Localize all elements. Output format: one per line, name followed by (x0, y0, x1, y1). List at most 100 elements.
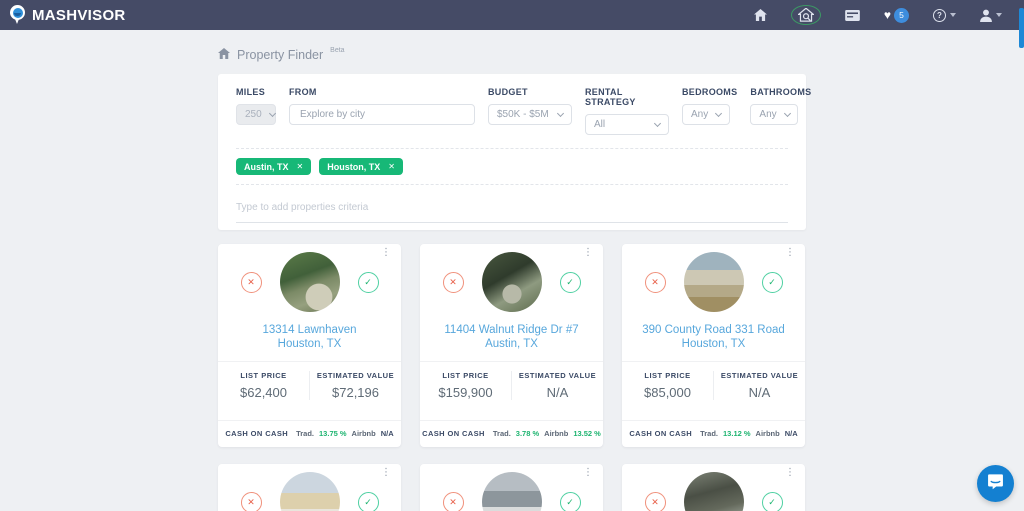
property-address-link[interactable]: 13314 Lawnhaven Houston, TX (218, 324, 401, 351)
reject-property-button[interactable]: ✕ (241, 492, 262, 511)
property-photo[interactable] (684, 472, 744, 511)
check-icon: ✓ (566, 497, 574, 508)
property-photo[interactable] (482, 252, 542, 312)
card-menu-icon[interactable]: ⋮ (782, 469, 798, 477)
card-menu-icon[interactable]: ⋮ (782, 249, 798, 257)
property-photo[interactable] (280, 472, 340, 511)
miles-label: MILES (236, 87, 276, 97)
city-line: Houston, TX (622, 338, 805, 352)
location-tag[interactable]: Austin, TX ✕ (236, 158, 311, 175)
reject-property-button[interactable]: ✕ (645, 272, 666, 293)
budget-select[interactable]: $50K - $5M (488, 104, 572, 125)
chevron-down-icon (950, 13, 956, 17)
property-finder-icon (798, 8, 814, 22)
property-photo[interactable] (482, 472, 542, 511)
filter-panel: MILES 250 FROM BUDGET $50K - $5M RENTAL … (218, 74, 806, 230)
criteria-input[interactable] (236, 202, 788, 223)
x-icon: ✕ (651, 277, 659, 288)
tag-label: Austin, TX (244, 162, 289, 172)
property-photo[interactable] (684, 252, 744, 312)
list-price-label: LIST PRICE (622, 371, 713, 380)
remove-tag-icon[interactable]: ✕ (388, 162, 395, 171)
card-icon (845, 10, 860, 21)
city-line: Austin, TX (420, 338, 603, 352)
mashvisor-logo[interactable]: MASHVISOR (10, 5, 126, 25)
bathrooms-value: Any (759, 109, 776, 120)
approve-property-button[interactable]: ✓ (358, 272, 379, 293)
cash-on-cash-label: CASH ON CASH (422, 429, 485, 438)
airbnb-coc-value: 13.52 % (573, 429, 601, 438)
help-icon: ? (933, 9, 946, 22)
approve-property-button[interactable]: ✓ (762, 272, 783, 293)
scrollbar-thumb[interactable] (1019, 8, 1024, 48)
card-menu-icon[interactable]: ⋮ (378, 249, 394, 257)
chevron-down-icon (557, 109, 564, 116)
list-price-value: $159,900 (420, 385, 511, 400)
reject-property-button[interactable]: ✕ (443, 272, 464, 293)
approve-property-button[interactable]: ✓ (560, 272, 581, 293)
chat-launcher-button[interactable] (977, 465, 1014, 502)
chat-bubble-icon (987, 473, 1004, 495)
remove-tag-icon[interactable]: ✕ (297, 162, 304, 171)
budget-value: $50K - $5M (497, 109, 549, 120)
estimated-value-label: ESTIMATED VALUE (512, 371, 603, 380)
cash-on-cash-label: CASH ON CASH (225, 429, 288, 438)
card-menu-icon[interactable]: ⋮ (378, 469, 394, 477)
x-icon: ✕ (247, 497, 255, 508)
rental-strategy-select[interactable]: All (585, 114, 669, 135)
rental-strategy-value: All (594, 119, 605, 130)
bathrooms-select[interactable]: Any (750, 104, 798, 125)
approve-property-button[interactable]: ✓ (560, 492, 581, 511)
address-line: 390 County Road 331 Road (622, 324, 805, 338)
chevron-down-icon (784, 109, 791, 116)
check-icon: ✓ (364, 497, 372, 508)
from-label: FROM (289, 87, 475, 97)
location-tags-row: Austin, TX ✕ Houston, TX ✕ (236, 148, 788, 184)
check-icon: ✓ (768, 277, 776, 288)
miles-select[interactable]: 250 (236, 104, 276, 125)
top-navbar: MASHVISOR (0, 0, 1024, 30)
user-icon (980, 9, 992, 22)
approve-property-button[interactable]: ✓ (358, 492, 379, 511)
x-icon: ✕ (449, 497, 457, 508)
city-search-input[interactable] (289, 104, 475, 125)
property-address-link[interactable]: 390 County Road 331 Road Houston, TX (622, 324, 805, 351)
reject-property-button[interactable]: ✕ (241, 272, 262, 293)
airbnb-label: Airbnb (352, 429, 376, 438)
bedrooms-select[interactable]: Any (682, 104, 730, 125)
cash-on-cash-label: CASH ON CASH (629, 429, 692, 438)
bedrooms-label: BEDROOMS (682, 87, 737, 97)
list-price-value: $85,000 (622, 385, 713, 400)
property-card: ⋮ ✕ ✓ 108 RyLee Austin, TX LIST PRICE ES… (218, 464, 401, 511)
reject-property-button[interactable]: ✕ (645, 492, 666, 511)
property-card: ⋮ ✕ ✓ 390 County Road 331 Road Houston, … (622, 244, 805, 447)
page-title: Property Finder (237, 48, 323, 62)
check-icon: ✓ (768, 497, 776, 508)
home-icon (754, 9, 767, 21)
approve-property-button[interactable]: ✓ (762, 492, 783, 511)
breadcrumb-home-icon (218, 46, 230, 64)
traditional-label: Trad. (700, 429, 718, 438)
heart-icon: ♥ (884, 9, 891, 21)
airbnb-coc-value: N/A (381, 429, 394, 438)
location-tag[interactable]: Houston, TX ✕ (319, 158, 403, 175)
reject-property-button[interactable]: ✕ (443, 492, 464, 511)
bathrooms-label: BATHROOMS (750, 87, 811, 97)
help-nav-button[interactable]: ? (933, 9, 956, 22)
list-price-value: $62,400 (218, 385, 309, 400)
property-address-link[interactable]: 11404 Walnut Ridge Dr #7 Austin, TX (420, 324, 603, 351)
analysis-nav-button[interactable] (845, 10, 860, 21)
card-menu-icon[interactable]: ⋮ (580, 249, 596, 257)
favorites-nav-button[interactable]: ♥ 5 (884, 8, 909, 23)
home-nav-button[interactable] (754, 9, 767, 21)
traditional-label: Trad. (296, 429, 314, 438)
property-finder-nav-button[interactable] (791, 5, 821, 25)
beta-badge: Beta (330, 47, 344, 54)
estimated-value-label: ESTIMATED VALUE (310, 371, 401, 380)
account-nav-button[interactable] (980, 9, 1002, 22)
traditional-coc-value: 13.75 % (319, 429, 347, 438)
property-card: ⋮ ✕ ✓ 2708 Winbern St Houston, TX LIST P… (622, 464, 805, 511)
card-menu-icon[interactable]: ⋮ (580, 469, 596, 477)
airbnb-label: Airbnb (756, 429, 780, 438)
property-photo[interactable] (280, 252, 340, 312)
